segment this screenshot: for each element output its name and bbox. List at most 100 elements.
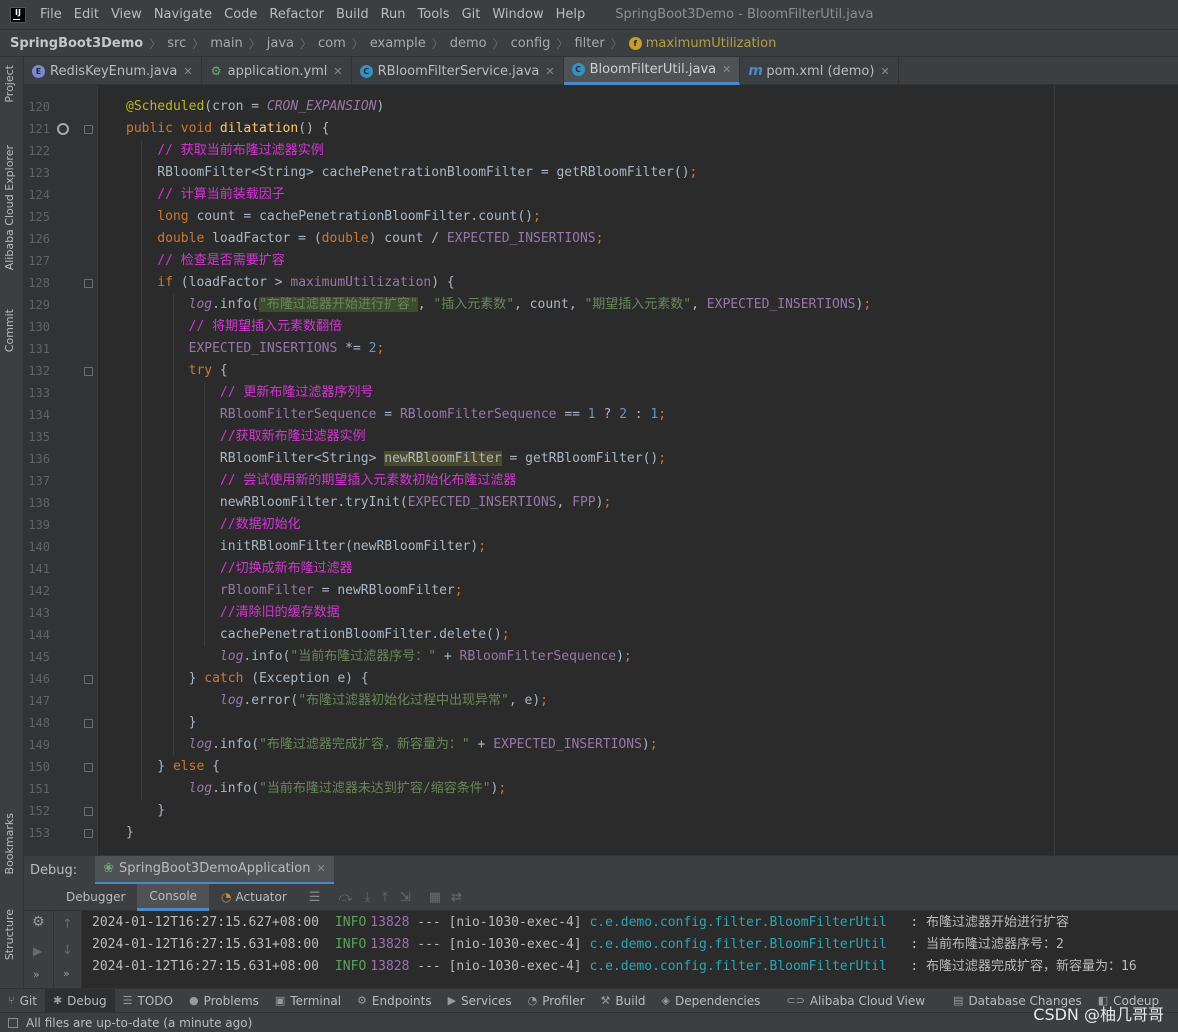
menu-item-window[interactable]: Window <box>486 7 549 22</box>
debug-tab-debugger[interactable]: Debugger <box>54 884 137 911</box>
menu-item-build[interactable]: Build <box>330 7 375 22</box>
breadcrumb-item[interactable]: filter <box>574 36 604 51</box>
tool-window-terminal[interactable]: ▣ Terminal <box>267 989 349 1013</box>
breadcrumb-item[interactable]: config <box>511 36 551 51</box>
status-icon[interactable] <box>8 1017 18 1028</box>
fold-marker-icon[interactable] <box>84 675 93 684</box>
breadcrumb-method[interactable]: maximumUtilization <box>646 36 777 51</box>
tool-window-debug[interactable]: ✱ Debug <box>44 988 115 1013</box>
breadcrumb-item[interactable]: main <box>210 36 242 51</box>
breadcrumb-item[interactable]: example <box>370 36 426 51</box>
menu-item-help[interactable]: Help <box>550 7 592 22</box>
fold-marker-icon[interactable] <box>84 719 93 728</box>
step-into-icon[interactable]: ⤓ <box>364 890 370 905</box>
close-icon[interactable]: ✕ <box>333 65 342 78</box>
menu-item-code[interactable]: Code <box>218 7 263 22</box>
menu-item-run[interactable]: Run <box>375 7 412 22</box>
breadcrumb-item[interactable]: java <box>267 36 294 51</box>
resume-icon[interactable]: ▶ <box>33 944 42 958</box>
menu-bar: IJ File Edit View Navigate Code Refactor Build… <box>0 0 1178 29</box>
more-icon[interactable]: » <box>33 968 40 981</box>
more-icon[interactable]: » <box>63 967 70 980</box>
menu-item-tools[interactable]: Tools <box>412 7 456 22</box>
tool-window-services[interactable]: ▶ Services <box>440 989 520 1013</box>
project-tool-button[interactable]: Project <box>3 65 16 103</box>
console-output[interactable]: 2024-01-12T16:27:15.627+08:00 INFO 13828 -… <box>82 911 1178 988</box>
editor-tab[interactable]: E RedisKeyEnum.java ✕ <box>24 57 202 85</box>
close-icon[interactable]: ✕ <box>545 65 554 78</box>
menu-item-refactor[interactable]: Refactor <box>263 7 330 22</box>
status-bar: All files are up-to-date (a minute ago) <box>0 1012 1178 1032</box>
close-icon[interactable]: ✕ <box>722 63 731 76</box>
editor-tab[interactable]: m pom.xml (demo) ✕ <box>740 57 899 85</box>
editor-tab[interactable]: C BloomFilterUtil.java ✕ <box>563 57 741 85</box>
code-token: (loadFactor > <box>180 275 291 290</box>
scroll-down-icon[interactable]: ↓ <box>62 943 73 958</box>
code-line: initRBloomFilter(newRBloomFilter); <box>126 536 486 558</box>
code-editor[interactable]: @Scheduled(cron = CRON_EXPANSION) public … <box>98 85 1178 855</box>
run-config-tab[interactable]: ❀ SpringBoot3DemoApplication ✕ <box>95 855 334 885</box>
debug-tab-console[interactable]: Console <box>137 883 210 911</box>
trace-icon[interactable]: ⇄ <box>451 890 462 905</box>
todo-icon: ☰ <box>122 994 133 1007</box>
step-out-icon[interactable]: ⤒ <box>382 890 388 905</box>
close-icon[interactable]: ✕ <box>316 862 325 875</box>
menu-item-file[interactable]: File <box>34 7 68 22</box>
menu-item-edit[interactable]: Edit <box>68 7 105 22</box>
fold-marker-icon[interactable] <box>84 807 93 816</box>
tool-window-todo[interactable]: ☰ TODO <box>115 989 181 1013</box>
alibaba-cloud-explorer-tool-button[interactable]: Alibaba Cloud Explorer <box>3 145 16 270</box>
code-token: ) <box>641 737 650 752</box>
log-level: INFO <box>334 937 367 952</box>
scroll-up-icon[interactable]: ↑ <box>62 917 73 932</box>
fold-marker-icon[interactable] <box>84 829 93 838</box>
evaluate-icon[interactable]: ▦ <box>429 890 441 905</box>
menu-item-view[interactable]: View <box>105 7 148 22</box>
close-icon[interactable]: ✕ <box>880 65 889 78</box>
code-token: log <box>126 737 213 752</box>
actuator-icon: ◔ <box>221 890 232 904</box>
code-token: ; <box>595 231 604 246</box>
menu-icon[interactable]: ☰ <box>309 890 321 905</box>
step-over-icon[interactable]: ⤼ <box>338 890 352 905</box>
breadcrumb-item[interactable]: com <box>318 36 346 51</box>
tool-window-profiler[interactable]: ◔ Profiler <box>520 989 593 1013</box>
terminal-icon: ▣ <box>274 994 286 1007</box>
menu-item-navigate[interactable]: Navigate <box>148 7 218 22</box>
breadcrumb: SpringBoot3Demo 〉 src 〉 main 〉 java 〉 com 〉 exampl… <box>0 29 1178 57</box>
code-token: // 检查是否需要扩容 <box>126 253 285 268</box>
structure-tool-button[interactable]: Structure <box>3 909 16 960</box>
fold-marker-icon[interactable] <box>84 367 93 376</box>
services-icon: ▶ <box>447 994 457 1007</box>
tool-window-endpoints[interactable]: ⚙ Endpoints <box>349 989 440 1013</box>
console-line: 2024-01-12T16:27:15.631+08:00 INFO 13828 -… <box>92 956 1137 978</box>
tool-window-problems[interactable]: ● Problems <box>181 989 267 1013</box>
tool-window-alibaba-cloud-view[interactable]: ⊂⊃ Alibaba Cloud View <box>778 989 933 1013</box>
line-number: 135 <box>28 430 50 444</box>
breadcrumb-item[interactable]: src <box>167 36 186 51</box>
editor-tab[interactable]: C RBloomFilterService.java ✕ <box>352 57 564 85</box>
log-thread: --- [nio-1030-exec-4] <box>409 937 590 952</box>
tool-window-dependencies[interactable]: ◈ Dependencies <box>654 989 769 1013</box>
bookmarks-tool-button[interactable]: Bookmarks <box>3 813 16 874</box>
editor-tab[interactable]: ⚙ application.yml ✕ <box>202 57 352 85</box>
code-line: } else { <box>126 756 220 778</box>
code-token: { <box>212 759 220 774</box>
fold-marker-icon[interactable] <box>84 763 93 772</box>
run-to-cursor-icon[interactable]: ⇲ <box>400 890 411 905</box>
tool-window-build[interactable]: ⚒ Build <box>593 989 654 1013</box>
fold-marker-icon[interactable] <box>84 125 93 134</box>
breadcrumb-item[interactable]: SpringBoot3Demo <box>10 36 143 51</box>
commit-tool-button[interactable]: Commit <box>3 309 16 352</box>
debug-tab-actuator[interactable]: ◔ Actuator <box>209 884 299 911</box>
code-token: ; <box>623 649 632 664</box>
tool-window-git[interactable]: ⑂ Git <box>0 989 45 1013</box>
scheduled-run-icon[interactable] <box>57 123 69 135</box>
line-number: 133 <box>28 386 50 400</box>
breadcrumb-item[interactable]: demo <box>450 36 487 51</box>
line-number: 124 <box>28 188 50 202</box>
menu-item-git[interactable]: Git <box>456 7 487 22</box>
fold-marker-icon[interactable] <box>84 279 93 288</box>
close-icon[interactable]: ✕ <box>183 65 192 78</box>
settings-wrench-icon[interactable]: ⚙ <box>32 914 45 930</box>
